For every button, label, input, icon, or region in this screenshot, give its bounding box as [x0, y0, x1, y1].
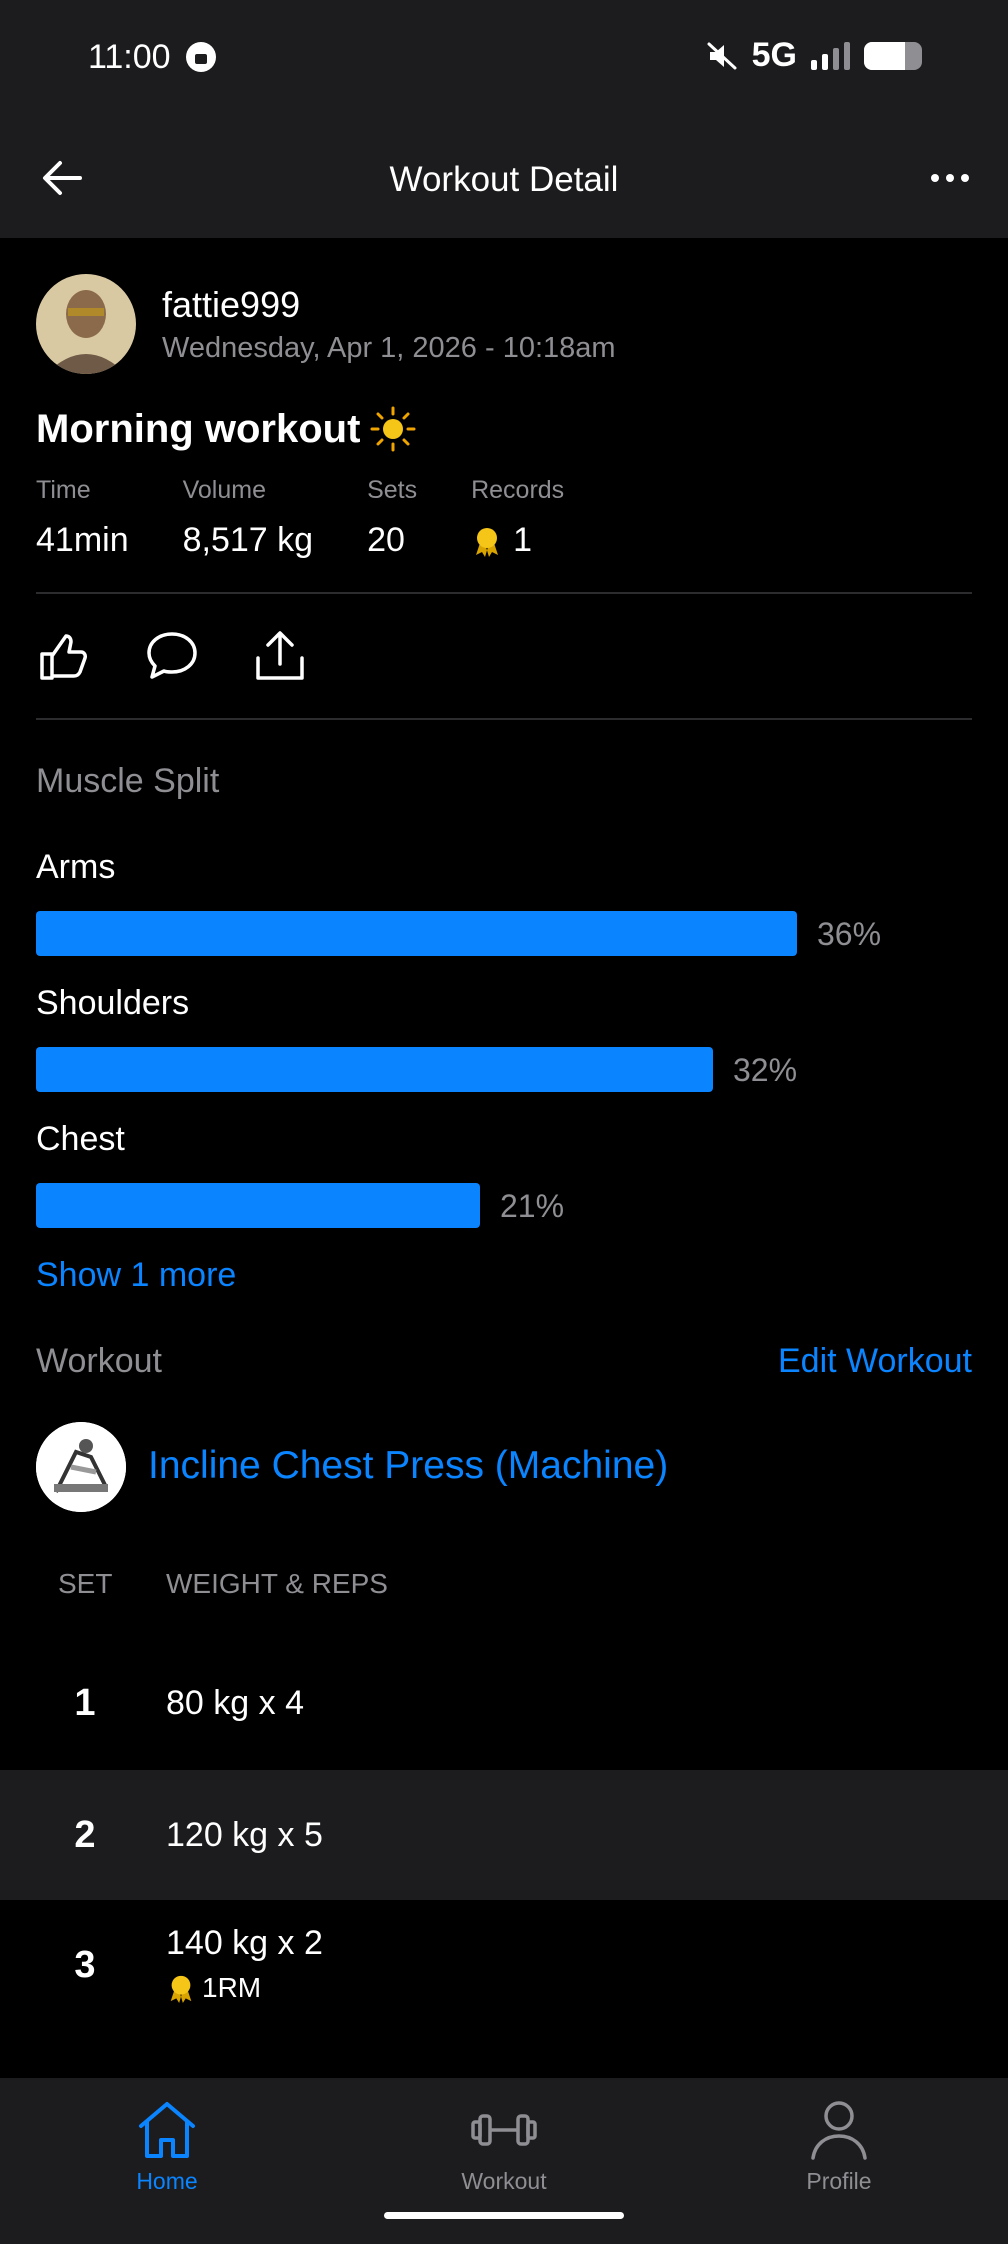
set-row: 1 80 kg x 4 — [0, 1640, 1008, 1770]
nav-label: Profile — [806, 2168, 872, 2194]
workout-title: Morning workout — [36, 406, 416, 452]
stat-records: Records 1 — [471, 476, 564, 560]
comment-icon[interactable] — [144, 628, 200, 684]
weight-reps-column-header: WEIGHT & REPS — [166, 1568, 388, 1599]
show-more-link[interactable]: Show 1 more — [36, 1256, 236, 1295]
muscle-percent: 32% — [733, 1052, 798, 1088]
nav-workout[interactable]: Workout — [404, 2096, 604, 2195]
muscle-bar — [36, 1047, 713, 1092]
bottom-nav: Home Workout Profile — [0, 2078, 1008, 2244]
signal-icon — [811, 41, 850, 70]
set-weight-reps: 140 kg x 2 — [166, 1924, 323, 1962]
stat-value: 41min — [36, 521, 129, 559]
workout-heading: Workout — [36, 1342, 162, 1380]
exercise-name[interactable]: Incline Chest Press (Machine) — [148, 1444, 668, 1488]
mute-icon — [707, 42, 737, 69]
share-icon[interactable] — [252, 628, 308, 684]
username[interactable]: fattie999 — [162, 284, 300, 326]
muscle-bar — [36, 911, 797, 956]
muscle-percent: 36% — [817, 916, 882, 952]
stat-volume: Volume 8,517 kg — [183, 476, 313, 560]
muscle-name: Shoulders — [36, 984, 190, 1022]
home-indicator — [384, 2212, 624, 2219]
page-title: Workout Detail — [389, 160, 619, 199]
social-actions — [36, 628, 308, 684]
set-number: 1 — [74, 1682, 96, 1724]
divider — [36, 592, 972, 594]
dumbbell-icon — [471, 2114, 537, 2146]
divider — [36, 718, 972, 720]
set-number: 2 — [74, 1814, 96, 1856]
sun-icon — [370, 406, 416, 452]
workout-title-text: Morning workout — [36, 406, 361, 451]
network-label: 5G — [751, 36, 797, 74]
nav-profile[interactable]: Profile — [739, 2096, 939, 2195]
record-badge: 1RM — [166, 1972, 261, 2004]
avatar[interactable] — [36, 274, 136, 374]
muscle-name: Chest — [36, 1120, 125, 1158]
set-weight-reps: 120 kg x 5 — [166, 1816, 323, 1854]
set-weight-reps: 80 kg x 4 — [166, 1684, 304, 1722]
medal-icon — [170, 1975, 192, 2003]
muscle-split-heading: Muscle Split — [36, 762, 220, 800]
set-column-header: SET — [58, 1568, 113, 1599]
app-header: Workout Detail — [0, 120, 1008, 238]
lock-icon — [186, 42, 216, 72]
home-icon — [139, 2102, 195, 2158]
medal-icon — [476, 527, 499, 557]
record-badge-label: 1RM — [202, 1972, 262, 2003]
muscle-name: Arms — [36, 848, 116, 886]
profile-icon — [811, 2101, 867, 2160]
stat-time: Time 41min — [36, 476, 129, 560]
nav-label: Workout — [461, 2168, 547, 2194]
battery-icon — [864, 41, 922, 70]
post-date: Wednesday, Apr 1, 2026 - 10:18am — [162, 332, 616, 364]
records-count: 1 — [513, 521, 533, 559]
edit-workout-link[interactable]: Edit Workout — [778, 1342, 972, 1381]
status-time: 11:00 — [88, 38, 171, 76]
nav-home[interactable]: Home — [67, 2096, 267, 2195]
stat-value: 8,517 kg — [182, 521, 314, 559]
stat-sets: Sets 20 — [367, 476, 417, 560]
stat-label: Time — [36, 476, 91, 504]
status-indicators: 5G — [706, 36, 922, 75]
set-row: 2 120 kg x 5 — [0, 1770, 1008, 1900]
exercise-thumbnail[interactable] — [36, 1422, 126, 1512]
stat-value: 20 — [367, 521, 405, 559]
muscle-percent: 21% — [500, 1188, 565, 1224]
set-row: 3 140 kg x 2 1RM — [0, 1900, 1008, 2030]
stat-label: Records — [471, 476, 565, 504]
stat-label: Sets — [367, 476, 418, 504]
stat-value: 1 — [471, 521, 564, 560]
nav-label: Home — [136, 2168, 198, 2194]
workout-stats: Time 41min Volume 8,517 kg Sets 20 Recor… — [36, 476, 618, 560]
muscle-bar — [36, 1183, 480, 1228]
like-icon[interactable] — [36, 628, 92, 684]
status-bar: 11:00 5G — [0, 0, 1008, 120]
set-number: 3 — [74, 1944, 96, 1986]
stat-label: Volume — [182, 476, 266, 504]
more-options-icon[interactable] — [922, 150, 978, 206]
